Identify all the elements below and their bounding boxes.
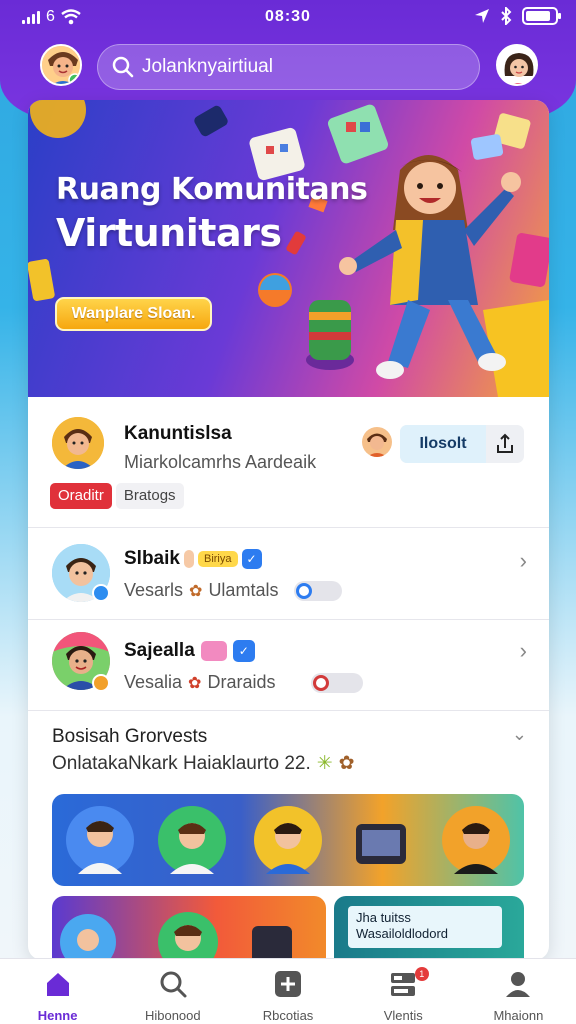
divider <box>28 710 549 711</box>
nav-search-label: Hibonood <box>144 1008 201 1023</box>
tag-secondary[interactable]: Bratogs <box>115 483 184 509</box>
hero-cta-button[interactable]: Wanplare Sloan. <box>55 297 212 331</box>
tag-primary[interactable]: Oraditr <box>50 483 112 509</box>
cookie-icon: ✿ <box>338 753 355 774</box>
bluetooth-icon <box>501 7 512 25</box>
hero-banner[interactable]: Ruang Komunitans Virtunitars Wanplare Sl… <box>28 100 549 397</box>
gallery-banner[interactable] <box>52 794 524 886</box>
nav-profile-label: Mhaionn <box>493 1008 544 1023</box>
location-icon <box>475 9 489 23</box>
nav-profile[interactable]: Mhaionn <box>461 959 576 1024</box>
community-avatar <box>52 417 104 469</box>
join-button-label: Ilosolt <box>400 425 486 463</box>
small-member-avatar <box>362 427 392 457</box>
community-subtitle: Miarkolcamrhs Aardeaik <box>124 452 317 472</box>
online-badge <box>92 584 110 602</box>
community-row[interactable]: Kanuntislsa Miarkolcamrhs Aardeaik Iloso… <box>28 397 549 527</box>
nav-events-label: Vlentis <box>383 1008 423 1023</box>
home-icon <box>46 973 69 996</box>
notification-badge: 1 <box>414 967 429 981</box>
member-sub-2: Vesalia ✿ Draraids <box>124 672 364 693</box>
nav-home[interactable]: Henne <box>0 959 115 1024</box>
section-subtitle: OnlatakaNkark Haiaklaurto 22. ✳ ✿ <box>52 752 355 775</box>
search-icon <box>160 971 187 998</box>
main-card: Ruang Komunitans Virtunitars Wanplare Sl… <box>28 100 549 960</box>
member-row-1[interactable]: Slbaik Biriya ✓ Vesarls ✿ Ulamtals › <box>28 528 549 618</box>
member-badge-1: Biriya <box>197 551 238 567</box>
status-toggle-icon <box>311 672 364 693</box>
events-icon <box>391 973 416 996</box>
hero-title: Ruang Komunitans Virtunitars <box>56 172 368 255</box>
chevron-down-icon[interactable]: ⌄ <box>512 724 527 745</box>
promo-line1: Jha tuitss <box>356 910 411 925</box>
gallery-tile-right[interactable]: Jha tuitss Wasailoldlodord <box>334 896 524 960</box>
profile-icon <box>506 972 531 997</box>
pink-tag-icon <box>200 641 227 661</box>
chevron-right-icon[interactable]: › <box>520 638 527 664</box>
community-tags: Oraditr Bratogs <box>50 483 184 509</box>
hero-title-line1: Ruang Komunitans <box>56 172 368 207</box>
verified-icon: ✓ <box>232 640 255 662</box>
verified-icon: ✓ <box>241 549 262 569</box>
nav-home-label: Henne <box>37 1008 78 1023</box>
profile-avatar[interactable] <box>496 44 538 86</box>
sparkle-icon: ✳ <box>316 753 333 774</box>
nav-search[interactable]: Hibonood <box>115 959 230 1024</box>
promo-line2: Wasailoldlodord <box>356 926 449 941</box>
flower-icon: ✿ <box>188 674 202 692</box>
plus-icon <box>275 971 301 997</box>
member-name-2: Sajealla ✓ <box>124 640 255 662</box>
gallery-tile-left[interactable] <box>52 896 326 960</box>
status-toggle-icon <box>294 580 343 601</box>
search-input[interactable]: Jolanknyairtiual <box>142 56 273 78</box>
online-badge <box>92 674 110 692</box>
nav-create[interactable]: Rbcotias <box>230 959 345 1024</box>
user-avatar[interactable] <box>40 44 82 86</box>
status-right <box>474 7 561 25</box>
pretzel-icon: ✿ <box>189 582 203 600</box>
promo-card: Jha tuitss Wasailoldlodord <box>348 906 502 948</box>
share-icon[interactable] <box>486 425 524 463</box>
bottom-nav: Henne Hibonood Rbcotias 1 Vlentis Mhaion… <box>0 958 576 1024</box>
chevron-right-icon[interactable]: › <box>520 548 527 574</box>
search-bar[interactable]: Jolanknyairtiual <box>97 44 480 90</box>
member-sub-1: Vesarls ✿ Ulamtals <box>124 580 343 601</box>
search-icon <box>112 56 134 78</box>
member-name-1: Slbaik Biriya ✓ <box>124 548 262 570</box>
nav-events[interactable]: 1 Vlentis <box>346 959 461 1024</box>
battery-icon <box>522 7 561 25</box>
nav-create-label: Rbcotias <box>262 1008 314 1023</box>
member-row-2[interactable]: Sajealla ✓ Vesalia ✿ Draraids › <box>28 620 549 710</box>
section-title: Bosisah Grorvests <box>52 726 208 747</box>
join-button[interactable]: Ilosolt <box>400 425 524 463</box>
community-name: Kanuntislsa <box>124 423 232 444</box>
hero-title-line2: Virtunitars <box>56 211 282 255</box>
status-bar: 6 08:30 <box>0 0 576 34</box>
peach-dot-icon <box>183 550 194 568</box>
